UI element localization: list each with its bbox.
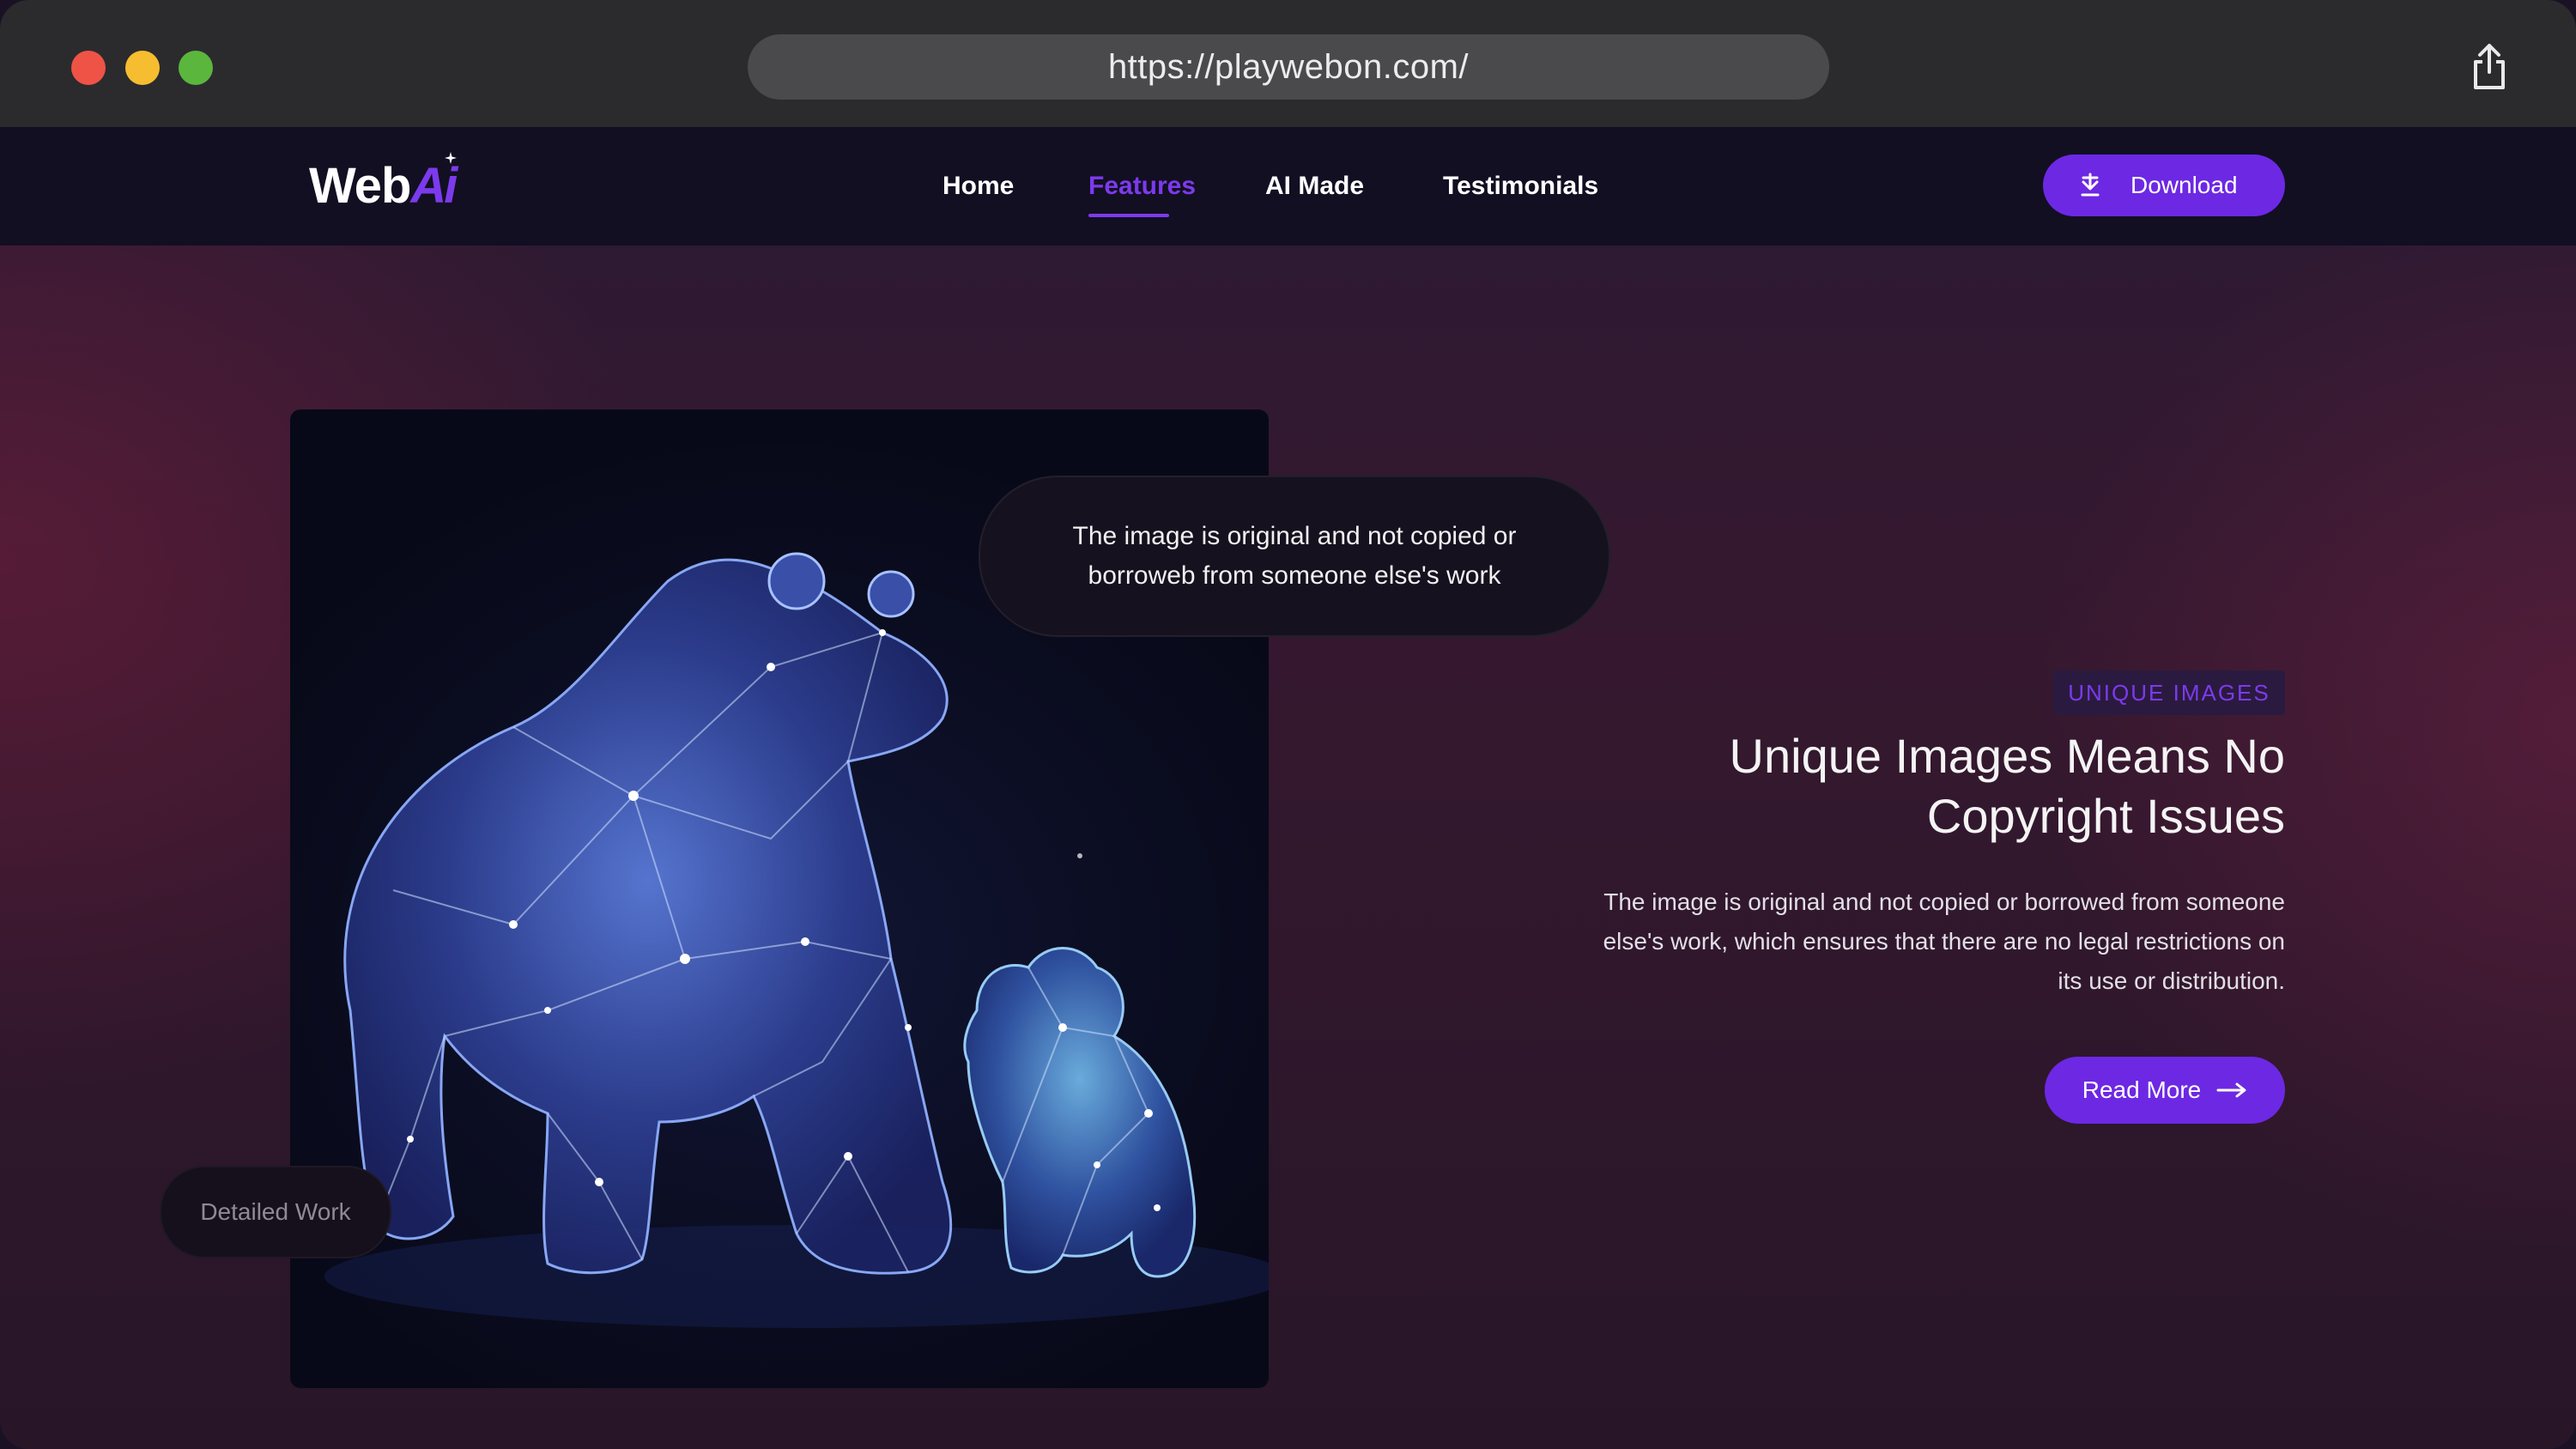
address-bar[interactable]: https://playwebon.com/ bbox=[748, 34, 1829, 100]
webai-logo[interactable]: Web Ai bbox=[309, 151, 458, 220]
section-badge-text: UNIQUE IMAGES bbox=[2068, 679, 2270, 706]
section-description: The image is original and not copied or … bbox=[1603, 888, 2285, 994]
logo-text-web: Web bbox=[309, 157, 411, 214]
read-more-label: Read More bbox=[2082, 1076, 2202, 1103]
detailed-work-tag: Detailed Work bbox=[160, 1166, 391, 1258]
logo-text-ai: Ai bbox=[410, 151, 458, 215]
nav-link-features[interactable]: Features bbox=[1088, 165, 1196, 208]
address-bar-url: https://playwebon.com/ bbox=[1107, 47, 1470, 86]
detailed-work-label: Detailed Work bbox=[200, 1198, 351, 1225]
download-button-label: Download bbox=[2131, 172, 2238, 198]
read-more-button[interactable]: Read More bbox=[2045, 1057, 2285, 1124]
share-icon[interactable] bbox=[2469, 43, 2510, 91]
active-nav-indicator bbox=[1088, 214, 1169, 217]
download-button[interactable]: Download bbox=[2043, 155, 2285, 216]
nav-link-ai-made[interactable]: AI Made bbox=[1265, 165, 1364, 208]
image-quote-bubble: The image is original and not copied or … bbox=[979, 476, 1610, 637]
nav-link-home[interactable]: Home bbox=[943, 165, 1014, 208]
webpage: Web Ai Home Features AI Made Testimonial… bbox=[0, 127, 2576, 1449]
minimize-window-button[interactable] bbox=[125, 51, 160, 85]
section-badge: UNIQUE IMAGES bbox=[2053, 670, 2285, 715]
zoom-window-button[interactable] bbox=[179, 51, 213, 85]
site-navbar: Web Ai Home Features AI Made Testimonial… bbox=[0, 127, 2576, 246]
browser-toolbar: https://playwebon.com/ bbox=[0, 0, 2576, 127]
nav-link-testimonials[interactable]: Testimonials bbox=[1443, 165, 1598, 208]
image-quote-text: The image is original and not copied or … bbox=[1072, 522, 1517, 590]
sparkle-icon bbox=[445, 151, 458, 164]
section-headline: Unique Images Means No Copyright Issues bbox=[1729, 729, 2285, 843]
download-icon bbox=[2081, 173, 2100, 197]
close-window-button[interactable] bbox=[71, 51, 106, 85]
arrow-right-icon bbox=[2216, 1082, 2246, 1098]
browser-window: https://playwebon.com/ Web Ai Home Featu… bbox=[0, 0, 2576, 1449]
